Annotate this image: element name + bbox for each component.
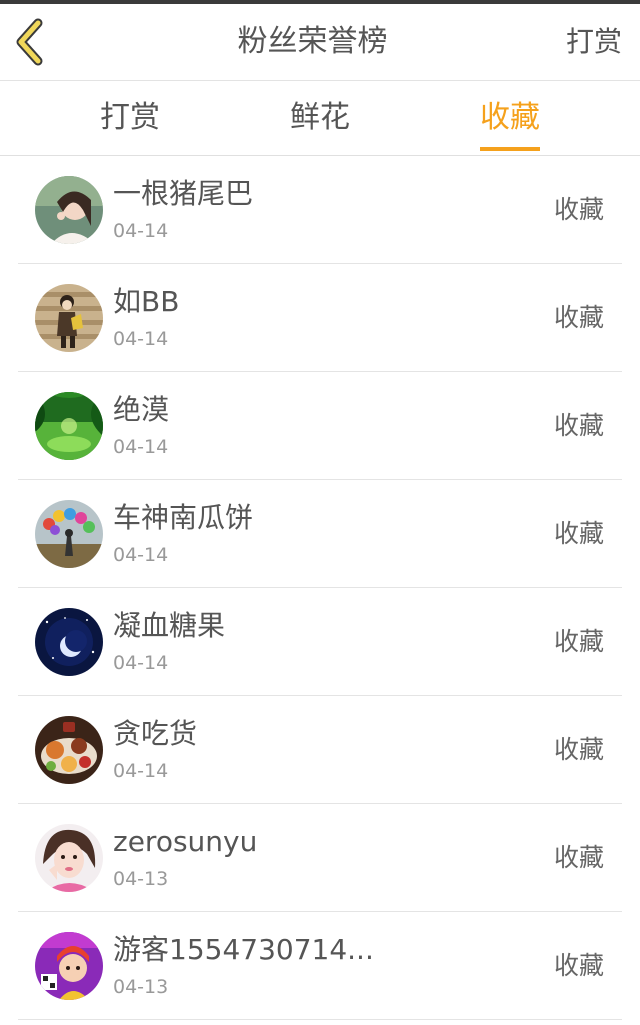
avatar-moon-night-icon (35, 608, 103, 676)
back-button[interactable] (8, 16, 60, 68)
avatar-girl-selfie-icon (35, 824, 103, 892)
avatar[interactable] (35, 716, 103, 784)
action-label: 收藏 (553, 843, 604, 872)
top-navigation-bar: 粉丝荣誉榜 打赏 (0, 4, 640, 81)
tab-reward[interactable]: 打赏 (100, 81, 160, 155)
action-label: 收藏 (553, 519, 604, 548)
user-date: 04-14 (113, 760, 169, 782)
fan-honor-screen: 粉丝荣誉榜 打赏 打赏 鲜花 收藏 一根猪尾巴 04-14 收藏 如BB 04-… (0, 0, 640, 1025)
tab-flowers-label: 鲜花 (290, 100, 350, 135)
avatar[interactable] (35, 824, 103, 892)
user-name: 绝漠 (113, 393, 170, 426)
tab-flowers[interactable]: 鲜花 (290, 81, 350, 155)
list-item[interactable]: 贪吃货 04-14 收藏 (0, 696, 640, 804)
fan-list: 一根猪尾巴 04-14 收藏 如BB 04-14 收藏 绝漠 04-14 收藏 … (0, 156, 640, 1020)
list-item[interactable]: zerosunyu 04-13 收藏 (0, 804, 640, 912)
list-item[interactable]: 凝血糖果 04-14 收藏 (0, 588, 640, 696)
avatar[interactable] (35, 500, 103, 568)
back-arrow-icon (16, 18, 43, 66)
row-divider (18, 1019, 622, 1020)
user-date: 04-14 (113, 652, 169, 674)
action-label: 收藏 (553, 951, 604, 980)
tab-active-indicator (480, 147, 540, 151)
action-label: 收藏 (553, 627, 604, 656)
list-item[interactable]: 车神南瓜饼 04-14 收藏 (0, 480, 640, 588)
user-name: 游客1554730714... (113, 933, 374, 966)
reward-header-button[interactable]: 打赏 (566, 4, 622, 80)
avatar[interactable] (35, 392, 103, 460)
user-name: 如BB (113, 285, 180, 318)
avatar-girl-photo-icon (35, 176, 103, 244)
list-item[interactable]: 一根猪尾巴 04-14 收藏 (0, 156, 640, 264)
avatar-anime-couple-icon (35, 284, 103, 352)
user-date: 04-14 (113, 220, 169, 242)
avatar[interactable] (35, 284, 103, 352)
user-date: 04-14 (113, 328, 169, 350)
action-label: 收藏 (553, 411, 604, 440)
user-date: 04-14 (113, 544, 169, 566)
user-date: 04-13 (113, 868, 169, 890)
user-name: 贪吃货 (113, 717, 198, 750)
page-title: 粉丝荣誉榜 (237, 24, 388, 59)
tab-favorites[interactable]: 收藏 (480, 81, 540, 155)
list-item[interactable]: 如BB 04-14 收藏 (0, 264, 640, 372)
tab-favorites-label: 收藏 (480, 100, 540, 135)
action-label: 收藏 (553, 195, 604, 224)
tab-bar: 打赏 鲜花 收藏 (0, 81, 640, 156)
user-date: 04-14 (113, 436, 169, 458)
user-name: 一根猪尾巴 (113, 177, 254, 210)
avatar-green-forest-icon (35, 392, 103, 460)
tab-reward-label: 打赏 (100, 100, 160, 135)
avatar-food-icon (35, 716, 103, 784)
avatar[interactable] (35, 608, 103, 676)
list-item[interactable]: 游客1554730714... 04-13 收藏 (0, 912, 640, 1020)
avatar[interactable] (35, 932, 103, 1000)
list-item[interactable]: 绝漠 04-14 收藏 (0, 372, 640, 480)
user-date: 04-13 (113, 976, 169, 998)
user-name: zerosunyu (113, 825, 258, 858)
user-name: 车神南瓜饼 (113, 501, 254, 534)
avatar-cartoon-purple-icon (35, 932, 103, 1000)
action-label: 收藏 (553, 735, 604, 764)
avatar-balloons-icon (35, 500, 103, 568)
action-label: 收藏 (553, 303, 604, 332)
avatar[interactable] (35, 176, 103, 244)
user-name: 凝血糖果 (113, 609, 226, 642)
